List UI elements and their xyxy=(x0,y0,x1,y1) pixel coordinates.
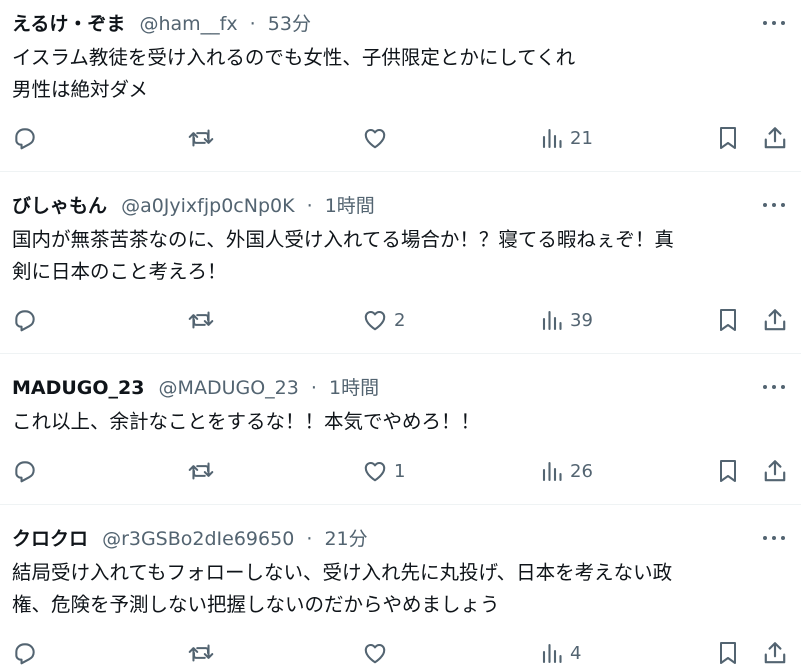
views-button[interactable]: 21 xyxy=(540,124,593,152)
reply-icon xyxy=(15,461,35,483)
views-count: 4 xyxy=(570,642,582,664)
more-horizontal-icon[interactable] xyxy=(760,375,788,399)
like-icon xyxy=(364,461,386,482)
more-horizontal-icon[interactable] xyxy=(760,11,788,35)
bookmark-button[interactable] xyxy=(716,306,740,334)
repost-icon xyxy=(188,462,214,480)
reply-button[interactable] xyxy=(12,306,38,334)
timestamp[interactable]: 53分 xyxy=(268,13,311,35)
repost-icon xyxy=(188,311,214,329)
tweet-text: 結局受け入れてもフォローしない、受け入れ先に丸投げ、日本を考えない政 権、危険を予… xyxy=(12,557,792,621)
bookmark-icon xyxy=(720,309,736,331)
share-icon xyxy=(764,309,786,331)
repost-button[interactable] xyxy=(187,306,215,334)
repost-icon xyxy=(188,129,214,147)
share-icon xyxy=(764,127,786,149)
tweet-text-line: 国内が無茶苦茶なのに、外国人受け入れてる場合か！？寝てる暇ねぇぞ！真 xyxy=(12,228,674,251)
action-bar: 21 xyxy=(0,124,801,152)
reply-icon xyxy=(15,128,35,150)
tweet-text-line: イスラム教徒を受け入れるのでも女性、子供限定とかにしてくれ xyxy=(12,46,576,69)
author-name[interactable]: クロクロ xyxy=(12,528,88,550)
like-count: 1 xyxy=(394,460,406,482)
like-button[interactable] xyxy=(362,124,394,152)
bookmark-icon xyxy=(720,460,736,482)
like-button[interactable]: 2 xyxy=(362,306,405,334)
author-name[interactable]: えるけ・ぞま xyxy=(12,13,125,35)
views-icon xyxy=(542,310,562,331)
separator-dot: · xyxy=(310,377,317,399)
tweet-header: びしゃもん @a0Jyixfjp0cNp0K · 1時間 xyxy=(12,192,375,220)
more-horizontal-icon[interactable] xyxy=(760,193,788,217)
tweet-text-line: 男性は絶対ダメ xyxy=(12,78,148,101)
action-bar: 2 39 xyxy=(0,306,801,334)
tweet-text: 国内が無茶苦茶なのに、外国人受け入れてる場合か！？寝てる暇ねぇぞ！真 剣に日本のこ… xyxy=(12,224,792,288)
tweet-text-line: 権、危険を予測しない把握しないのだからやめましょう xyxy=(12,593,500,616)
views-icon xyxy=(542,643,562,664)
author-handle[interactable]: @ham__fx xyxy=(139,13,237,35)
author-name[interactable]: びしゃもん xyxy=(12,195,107,217)
tweet-text-line: 剣に日本のこと考えろ！ xyxy=(12,260,227,283)
divider xyxy=(0,171,801,172)
repost-button[interactable] xyxy=(187,457,215,485)
share-button[interactable] xyxy=(762,639,788,667)
share-button[interactable] xyxy=(762,306,788,334)
bookmark-button[interactable] xyxy=(716,124,740,152)
more-horizontal-icon[interactable] xyxy=(760,526,788,550)
like-icon xyxy=(364,128,386,149)
bookmark-icon xyxy=(720,127,736,149)
views-button[interactable]: 39 xyxy=(540,306,593,334)
tweet-text-line: これ以上、余計なことをするな！！本気でやめろ！！ xyxy=(12,410,481,433)
timestamp[interactable]: 21分 xyxy=(324,528,367,550)
action-bar: 1 26 xyxy=(0,457,801,485)
bookmark-icon xyxy=(720,642,736,664)
share-icon xyxy=(764,642,786,664)
views-count: 26 xyxy=(570,460,593,482)
tweet-text: イスラム教徒を受け入れるのでも女性、子供限定とかにしてくれ 男性は絶対ダメ xyxy=(12,42,792,106)
author-handle[interactable]: @r3GSBo2dIe69650 xyxy=(102,528,294,550)
reply-button[interactable] xyxy=(12,124,38,152)
separator-dot: · xyxy=(306,195,313,217)
tweet-header: クロクロ @r3GSBo2dIe69650 · 21分 xyxy=(12,525,368,553)
separator-dot: · xyxy=(306,528,313,550)
divider xyxy=(0,353,801,354)
tweet-header: MADUGO_23 @MADUGO_23 · 1時間 xyxy=(12,374,379,402)
tweet-header: えるけ・ぞま @ham__fx · 53分 xyxy=(12,10,311,38)
views-button[interactable]: 4 xyxy=(540,639,581,667)
bookmark-button[interactable] xyxy=(716,639,740,667)
like-button[interactable]: 1 xyxy=(362,457,405,485)
views-count: 39 xyxy=(570,309,593,331)
reply-button[interactable] xyxy=(12,457,38,485)
bookmark-button[interactable] xyxy=(716,457,740,485)
reply-icon xyxy=(15,310,35,332)
tweet-text: これ以上、余計なことをするな！！本気でやめろ！！ xyxy=(12,406,792,438)
views-icon xyxy=(542,461,562,482)
share-button[interactable] xyxy=(762,124,788,152)
views-button[interactable]: 26 xyxy=(540,457,593,485)
share-button[interactable] xyxy=(762,457,788,485)
tweet-text-line: 結局受け入れてもフォローしない、受け入れ先に丸投げ、日本を考えない政 xyxy=(12,561,673,584)
like-icon xyxy=(364,643,386,664)
author-handle[interactable]: @a0Jyixfjp0cNp0K xyxy=(121,195,295,217)
timestamp[interactable]: 1時間 xyxy=(325,195,375,217)
reply-icon xyxy=(15,643,35,665)
repost-button[interactable] xyxy=(187,639,215,667)
views-icon xyxy=(542,128,562,149)
separator-dot: · xyxy=(249,13,256,35)
divider xyxy=(0,504,801,505)
like-button[interactable] xyxy=(362,639,394,667)
like-count: 2 xyxy=(394,309,406,331)
reply-button[interactable] xyxy=(12,639,38,667)
views-count: 21 xyxy=(570,127,593,149)
repost-icon xyxy=(188,644,214,662)
author-handle[interactable]: @MADUGO_23 xyxy=(159,377,299,399)
share-icon xyxy=(764,460,786,482)
author-name[interactable]: MADUGO_23 xyxy=(12,377,145,399)
action-bar: 4 xyxy=(0,639,801,667)
like-icon xyxy=(364,310,386,331)
timestamp[interactable]: 1時間 xyxy=(329,377,379,399)
repost-button[interactable] xyxy=(187,124,215,152)
